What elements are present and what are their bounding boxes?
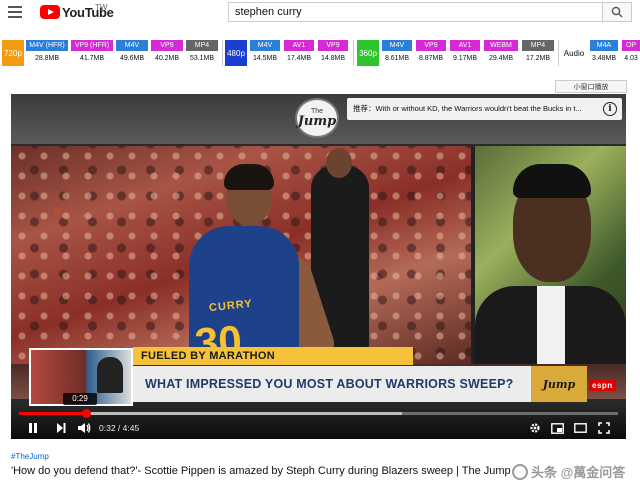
format-size: 9.17MB xyxy=(452,55,478,62)
format-size: 8.61MB xyxy=(384,55,410,62)
pippen-footage xyxy=(475,146,626,364)
search-input[interactable]: stephen curry xyxy=(228,2,602,22)
format-button[interactable]: M4V xyxy=(382,40,412,51)
curry-hair xyxy=(224,164,274,190)
pause-icon xyxy=(29,423,37,433)
format-size: 53.1MB xyxy=(189,55,215,62)
espn-logo: espn xyxy=(589,380,616,391)
format-size: 3.48MB xyxy=(591,55,617,62)
volume-icon xyxy=(78,423,91,433)
quality-badge-360p[interactable]: 360p xyxy=(357,40,379,66)
format-button[interactable]: M4V xyxy=(116,40,148,51)
question-banner: WHAT IMPRESSED YOU MOST ABOUT WARRIORS S… xyxy=(133,366,533,402)
pippen-hair xyxy=(513,164,591,198)
the-jump-logo: The Jump xyxy=(295,98,339,138)
watermark-text: 头条 @萬金问答 xyxy=(531,465,626,480)
format-size: 8.87MB xyxy=(418,55,444,62)
sponsor-ticker: FUELED BY MARATHON xyxy=(133,347,413,365)
mini-player-button[interactable]: 小窗口播放 xyxy=(555,80,627,93)
miniplayer-icon xyxy=(550,422,564,434)
volume-button[interactable] xyxy=(75,420,93,436)
format-size: 17.2MB xyxy=(525,55,551,62)
format-button[interactable]: MP4 xyxy=(186,40,218,51)
format-button[interactable]: VP9 xyxy=(151,40,183,51)
fullscreen-button[interactable] xyxy=(596,420,612,436)
format-size: 17.4MB xyxy=(286,55,312,62)
logo-big-text: Jump xyxy=(297,114,337,129)
info-icon[interactable]: i xyxy=(603,102,617,116)
quality-badge-480p[interactable]: 480p xyxy=(225,40,247,66)
format-button[interactable]: VP9 (HFR) xyxy=(71,40,113,51)
game-footage: CURRY 30 xyxy=(11,146,471,364)
preview-figure xyxy=(97,357,123,393)
download-options-bar: 720p M4V (HFR) 28.8MB VP9 (HFR) 41.7MB M… xyxy=(0,38,640,68)
pause-button[interactable] xyxy=(25,420,41,436)
format-size: 14.8MB xyxy=(320,55,346,62)
format-button[interactable]: VP9 xyxy=(416,40,446,51)
group-divider xyxy=(222,40,223,66)
format-button[interactable]: M4V xyxy=(250,40,280,51)
search-button[interactable] xyxy=(602,2,632,22)
fullscreen-icon xyxy=(598,422,610,434)
youtube-play-icon xyxy=(40,5,60,19)
watermark: 头条 @萬金问答 xyxy=(512,462,625,481)
format-size: 4.03 xyxy=(624,55,638,62)
recommendation-card[interactable]: 推荐：With or without KD, the Warriors woul… xyxy=(347,98,622,120)
theater-icon xyxy=(573,423,587,433)
miniplayer-button[interactable] xyxy=(549,420,565,436)
format-button[interactable]: M4V (HFR) xyxy=(26,40,68,51)
preview-time: 0:29 xyxy=(63,393,97,405)
hamburger-menu-icon[interactable] xyxy=(8,6,22,18)
format-button[interactable]: AV1 xyxy=(450,40,480,51)
top-bar: YouTube TW stephen curry xyxy=(0,0,640,24)
quality-badge-720p[interactable]: 720p xyxy=(2,40,24,66)
video-player[interactable]: The Jump 推荐：With or without KD, the Warr… xyxy=(11,94,626,439)
format-size: 41.7MB xyxy=(79,55,105,62)
group-divider xyxy=(353,40,354,66)
next-button[interactable] xyxy=(53,420,69,436)
format-button[interactable]: WEBM xyxy=(484,40,518,51)
format-button[interactable]: OP xyxy=(622,40,640,51)
theater-mode-button[interactable] xyxy=(572,420,588,436)
next-icon xyxy=(57,423,66,433)
watermark-logo-icon xyxy=(512,463,528,480)
format-size: 49.6MB xyxy=(119,55,145,62)
format-button[interactable]: MP4 xyxy=(522,40,554,51)
search-icon xyxy=(611,6,623,18)
referee-head xyxy=(326,148,352,178)
format-button[interactable]: VP9 xyxy=(318,40,348,51)
gear-icon xyxy=(530,423,540,433)
format-size: 28.8MB xyxy=(34,55,60,62)
quality-badge-audio[interactable]: Audio xyxy=(561,40,587,66)
mini-player-label: 小窗口播放 xyxy=(573,83,609,91)
format-button[interactable]: AV1 xyxy=(284,40,314,51)
progress-played xyxy=(19,412,87,415)
settings-button[interactable] xyxy=(527,420,543,436)
progress-bar[interactable] xyxy=(19,409,618,418)
format-size: 29.4MB xyxy=(488,55,514,62)
format-size: 40.2MB xyxy=(154,55,180,62)
format-size: 14.5MB xyxy=(252,55,278,62)
pippen-shirt xyxy=(537,286,565,364)
region-label: TW xyxy=(95,3,108,12)
hashtag-link[interactable]: #TheJump xyxy=(11,452,49,461)
video-title: 'How do you defend that?'- Scottie Pippe… xyxy=(11,465,511,477)
jump-badge: Jump xyxy=(531,366,587,402)
format-button[interactable]: M4A xyxy=(590,40,618,51)
time-display: 0:32 / 4:45 xyxy=(99,423,140,433)
group-divider xyxy=(558,40,559,66)
